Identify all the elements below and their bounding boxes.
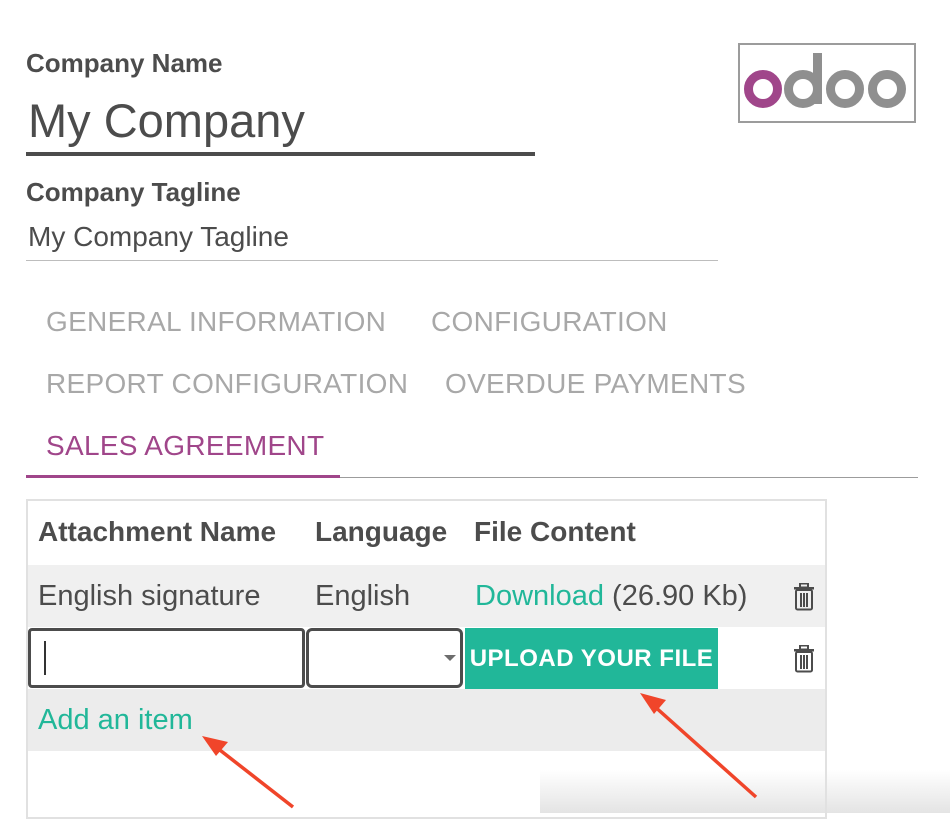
red-arrow-icon — [640, 693, 758, 799]
red-arrow-icon — [202, 736, 295, 809]
annotation-arrows — [202, 693, 758, 809]
